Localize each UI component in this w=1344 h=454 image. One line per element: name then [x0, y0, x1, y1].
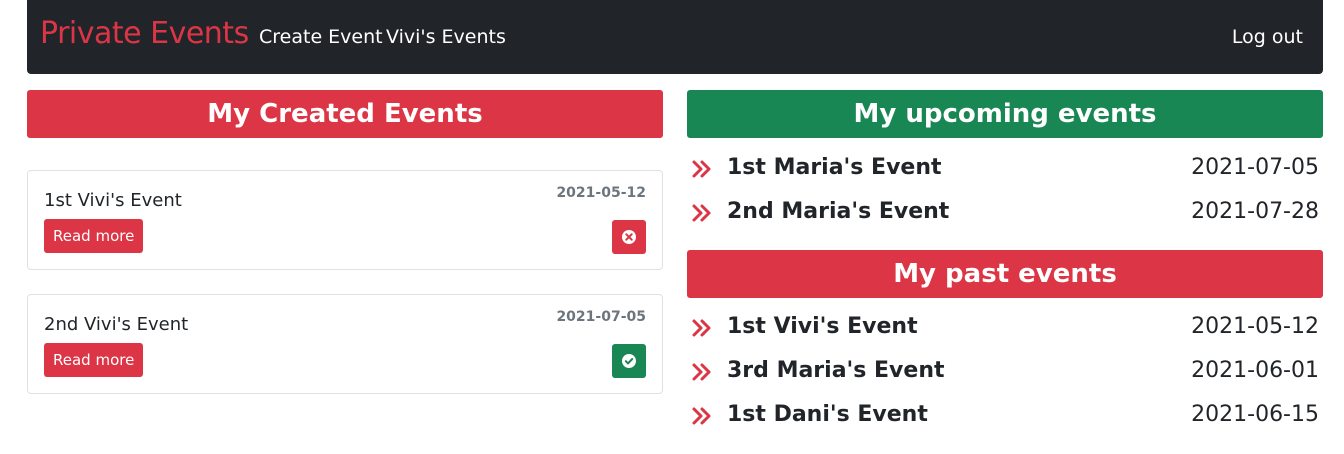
event-card-date: 2021-07-05: [556, 309, 646, 325]
event-card-title: 1st Vivi's Event: [44, 190, 182, 211]
event-card-date: 2021-05-12: [556, 185, 646, 201]
list-item: 1st Vivi's Event 2021-05-12: [687, 308, 1323, 348]
double-chevron-right-icon: [692, 160, 711, 178]
list-item: 1st Maria's Event 2021-07-05: [687, 149, 1323, 189]
nav-create-event[interactable]: Create Event: [259, 28, 383, 47]
x-circle-icon: [622, 230, 636, 244]
created-events-heading: My Created Events: [27, 90, 663, 138]
double-chevron-right-icon: [692, 407, 711, 425]
double-chevron-right-icon: [692, 363, 711, 381]
upcoming-events-heading: My upcoming events: [687, 90, 1323, 138]
event-date: 2021-06-15: [1191, 402, 1319, 427]
event-date: 2021-07-28: [1191, 199, 1319, 224]
event-date: 2021-06-01: [1191, 358, 1319, 383]
event-name-link[interactable]: 3rd Maria's Event: [727, 358, 945, 383]
event-card-title: 2nd Vivi's Event: [44, 314, 189, 335]
read-more-button[interactable]: Read more: [44, 343, 144, 377]
logout-link[interactable]: Log out: [1232, 28, 1303, 47]
check-circle-icon: [622, 354, 636, 368]
status-badge: [612, 220, 646, 254]
list-item: 3rd Maria's Event 2021-06-01: [687, 352, 1323, 392]
event-name-link[interactable]: 1st Dani's Event: [727, 402, 928, 427]
double-chevron-right-icon: [692, 204, 711, 222]
brand-link[interactable]: Private Events: [40, 19, 249, 49]
event-date: 2021-05-12: [1191, 314, 1319, 339]
list-item: 2nd Maria's Event 2021-07-28: [687, 193, 1323, 233]
read-more-button[interactable]: Read more: [44, 219, 144, 253]
nav-my-events[interactable]: Vivi's Events: [386, 28, 506, 47]
event-name-link[interactable]: 1st Vivi's Event: [727, 314, 918, 339]
double-chevron-right-icon: [692, 319, 711, 337]
event-card: 1st Vivi's Event 2021-05-12 Read more: [27, 170, 663, 270]
status-badge: [612, 344, 646, 378]
past-events-heading: My past events: [687, 250, 1323, 298]
event-card: 2nd Vivi's Event 2021-07-05 Read more: [27, 294, 663, 394]
navbar: Private Events Create Event Vivi's Event…: [27, 0, 1323, 74]
event-date: 2021-07-05: [1191, 155, 1319, 180]
event-name-link[interactable]: 2nd Maria's Event: [727, 199, 949, 224]
event-name-link[interactable]: 1st Maria's Event: [727, 155, 942, 180]
list-item: 1st Dani's Event 2021-06-15: [687, 396, 1323, 436]
